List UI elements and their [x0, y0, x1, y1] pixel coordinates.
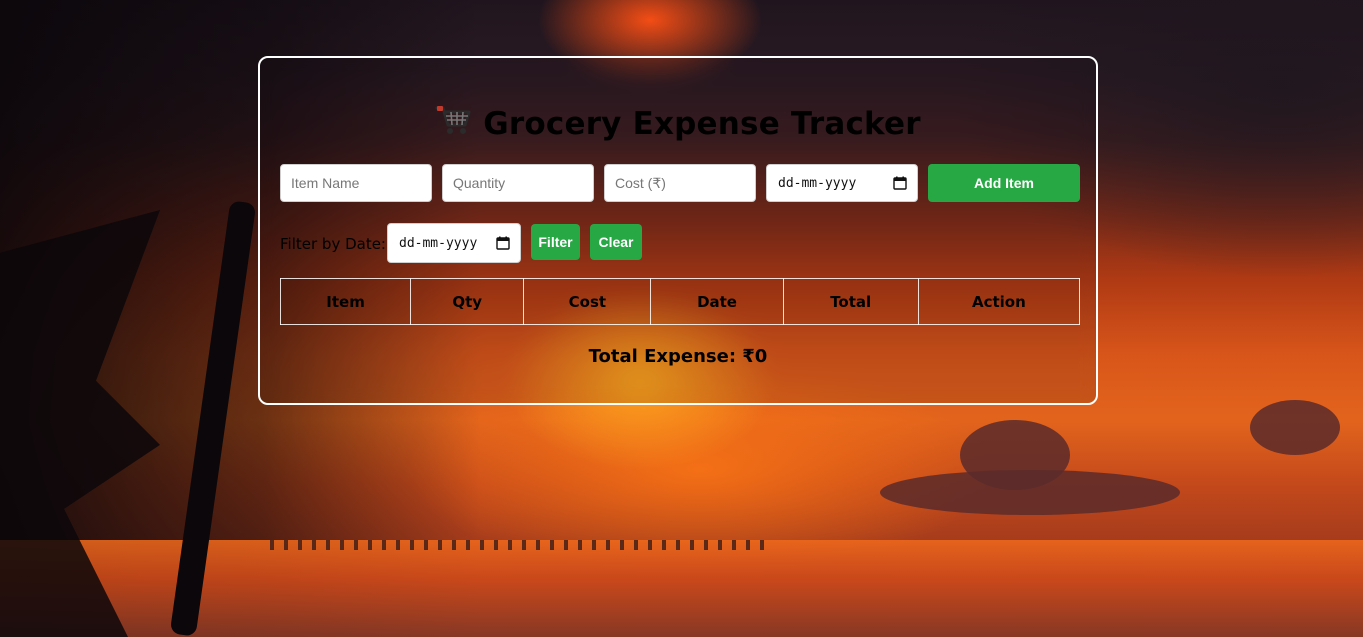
column-header-date: Date	[650, 278, 784, 325]
column-header-total: Total	[782, 278, 919, 325]
total-expense-label: Total Expense: ₹0	[588, 346, 768, 367]
column-header-item: Item	[279, 278, 412, 325]
item-date-text: dd-mm-yyyy	[778, 175, 857, 191]
page-title: Grocery Expense Tracker	[260, 103, 1096, 145]
column-header-qty: Qty	[410, 278, 525, 325]
item-name-input[interactable]	[280, 164, 432, 202]
filter-date-text: dd-mm-yyyy	[399, 235, 478, 251]
calendar-icon[interactable]	[893, 176, 907, 190]
background-pier	[270, 540, 770, 550]
page-title-text: Grocery Expense Tracker	[483, 106, 921, 142]
add-item-button[interactable]: Add Item	[928, 164, 1080, 202]
column-header-action: Action	[917, 278, 1081, 325]
column-header-cost: Cost	[523, 278, 652, 325]
shopping-cart-icon	[435, 103, 471, 145]
filter-button[interactable]: Filter	[531, 224, 580, 260]
expense-tracker-panel: Grocery Expense Tracker dd-mm-yyyy Add I…	[258, 56, 1098, 405]
table-header-row: Item Qty Cost Date Total Action	[279, 278, 1081, 325]
background-cloud	[880, 470, 1180, 515]
cost-input[interactable]	[604, 164, 756, 202]
clear-button[interactable]: Clear	[590, 224, 642, 260]
filter-date-input[interactable]: dd-mm-yyyy	[387, 223, 521, 263]
calendar-icon[interactable]	[496, 236, 510, 250]
expense-table: Item Qty Cost Date Total Action	[279, 278, 1081, 325]
filter-by-date-label: Filter by Date:	[280, 235, 386, 253]
background-cloud	[1250, 400, 1340, 455]
item-date-input[interactable]: dd-mm-yyyy	[766, 164, 918, 202]
quantity-input[interactable]	[442, 164, 594, 202]
